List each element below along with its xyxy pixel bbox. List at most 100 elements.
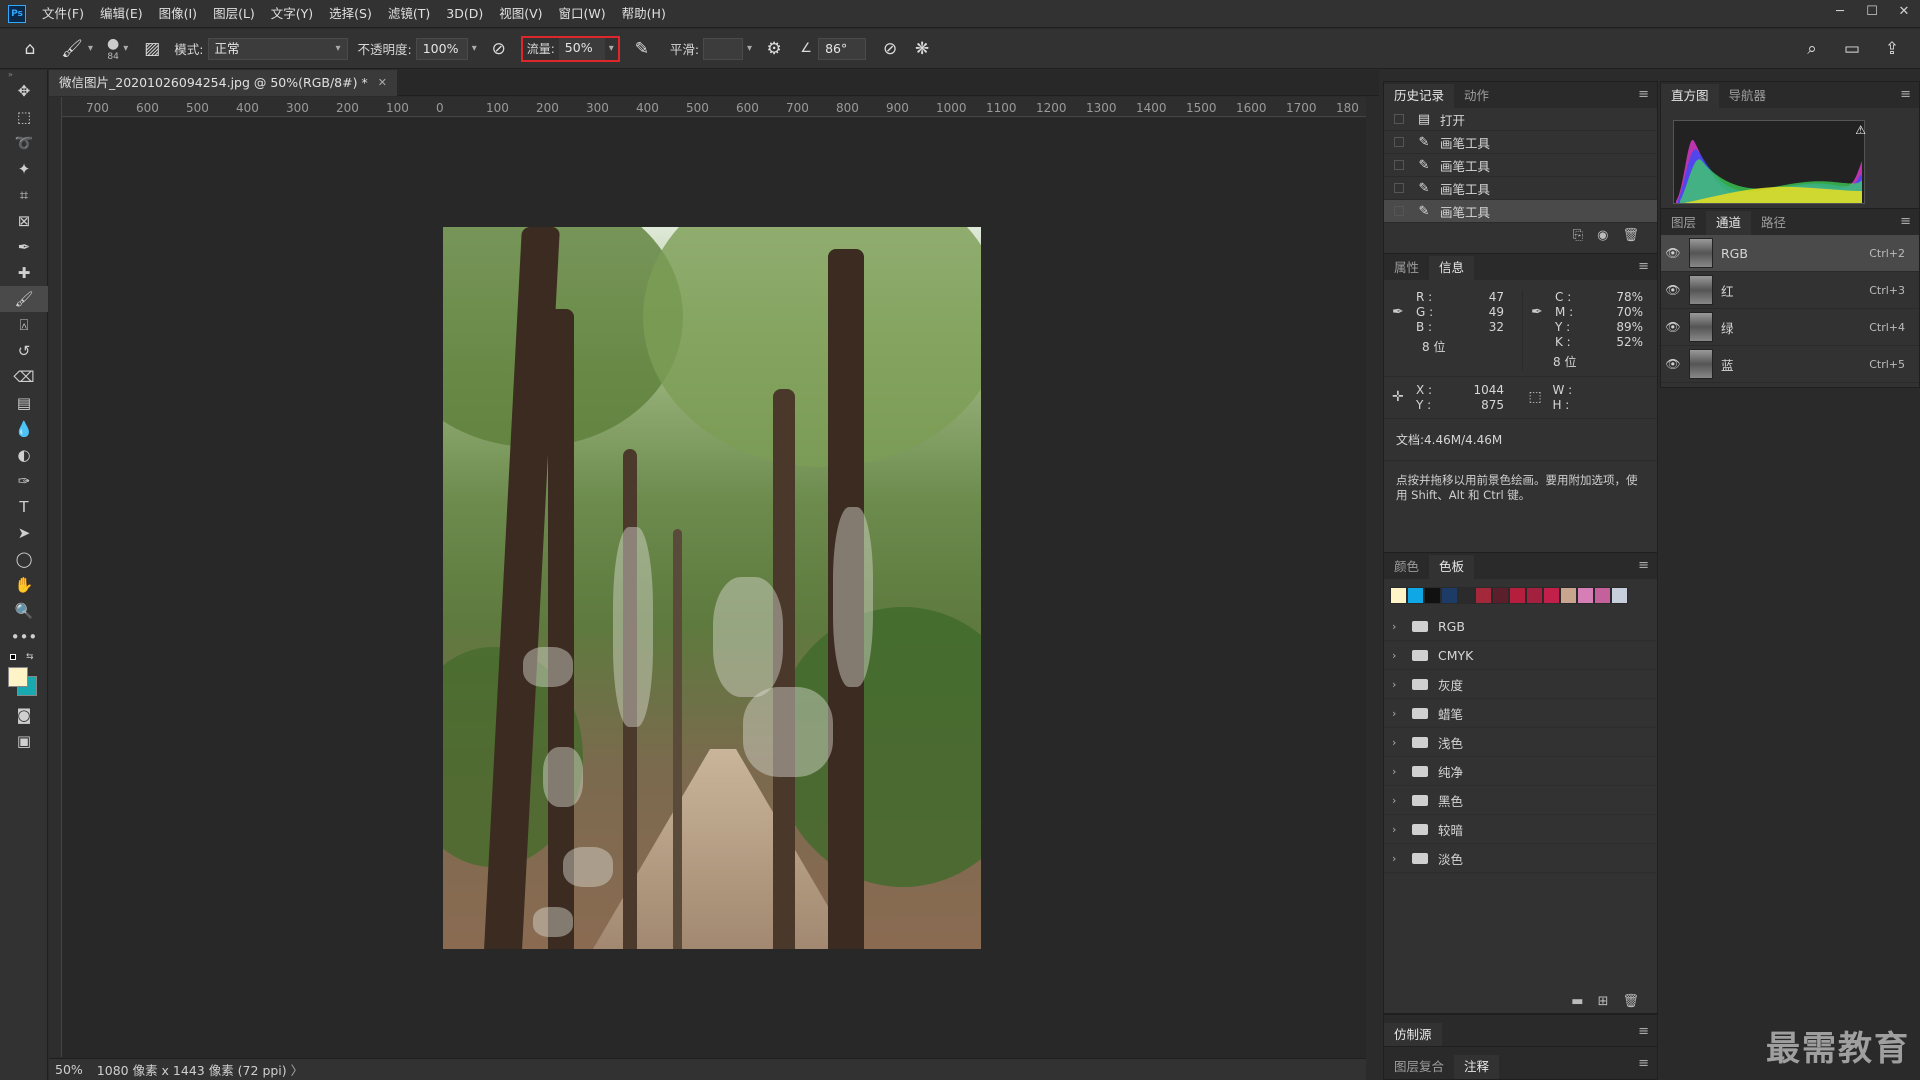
path-select-tool-icon[interactable]: ➤ — [0, 520, 48, 546]
tab-info[interactable]: 信息 — [1429, 256, 1475, 280]
chevron-down-icon[interactable]: ▾ — [88, 43, 93, 54]
search-icon[interactable]: ⌕ — [1800, 39, 1824, 59]
tab-properties[interactable]: 属性 — [1384, 256, 1429, 280]
brush-preset-icon[interactable]: 🖌 — [60, 39, 84, 59]
blur-tool-icon[interactable]: 💧 — [0, 416, 48, 442]
menu-select[interactable]: 选择(S) — [321, 0, 380, 28]
swatch-chip[interactable] — [1407, 587, 1424, 604]
panel-menu-icon[interactable]: ≡ — [1638, 87, 1649, 102]
tab-navigator[interactable]: 导航器 — [1719, 84, 1777, 108]
menu-help[interactable]: 帮助(H) — [614, 0, 674, 28]
new-group-icon[interactable]: ▬ — [1571, 994, 1583, 1009]
warning-icon[interactable]: ⚠ — [1855, 123, 1866, 137]
tab-layer-comps[interactable]: 图层复合 — [1384, 1055, 1454, 1079]
swatch-chip[interactable] — [1526, 587, 1543, 604]
menu-file[interactable]: 文件(F) — [34, 0, 92, 28]
default-colors-icon[interactable] — [10, 654, 16, 660]
chevron-down-icon[interactable]: ▾ — [123, 43, 128, 54]
gradient-tool-icon[interactable]: ▤ — [0, 390, 48, 416]
document-tab[interactable]: 微信图片_20201026094254.jpg @ 50%(RGB/8#) * … — [49, 69, 397, 96]
chevron-right-icon[interactable]: 〉 — [291, 1060, 304, 1079]
swatch-chip[interactable] — [1475, 587, 1492, 604]
eye-icon[interactable]: 👁 — [1661, 320, 1685, 334]
history-item[interactable]: ▤ 打开 — [1384, 108, 1657, 131]
swatch-chip[interactable] — [1611, 587, 1628, 604]
stamp-tool-icon[interactable]: ⍓ — [0, 312, 48, 338]
swatch-chip[interactable] — [1560, 587, 1577, 604]
tab-notes[interactable]: 注释 — [1454, 1055, 1500, 1079]
minimize-icon[interactable]: ─ — [1824, 0, 1856, 28]
dodge-tool-icon[interactable]: ◐ — [0, 442, 48, 468]
snapshot-checkbox[interactable] — [1394, 160, 1404, 170]
brush-settings-panel-icon[interactable]: ▨ — [140, 39, 164, 59]
snapshot-checkbox[interactable] — [1394, 114, 1404, 124]
chevron-right-icon[interactable]: › — [1392, 794, 1408, 807]
canvas-area[interactable] — [62, 118, 1366, 1058]
move-tool-icon[interactable]: ✥ — [0, 78, 48, 104]
share-icon[interactable]: ⇪ — [1880, 39, 1904, 59]
eraser-tool-icon[interactable]: ⌫ — [0, 364, 48, 390]
angle-input[interactable]: 86° — [818, 37, 867, 60]
menu-window[interactable]: 窗口(W) — [551, 0, 614, 28]
panel-menu-icon[interactable]: ≡ — [1900, 87, 1911, 102]
trash-icon[interactable]: 🗑 — [1622, 228, 1639, 243]
chevron-down-icon[interactable]: ▾ — [609, 43, 614, 54]
workspace-icon[interactable]: ▭ — [1840, 39, 1864, 59]
history-brush-tool-icon[interactable]: ↺ — [0, 338, 48, 364]
symmetry-icon[interactable]: ❋ — [910, 39, 934, 59]
quick-select-tool-icon[interactable]: ✦ — [0, 156, 48, 182]
gear-icon[interactable]: ⚙ — [762, 39, 786, 59]
history-item[interactable]: ✎ 画笔工具 — [1384, 177, 1657, 200]
menu-image[interactable]: 图像(I) — [151, 0, 205, 28]
swatch-folder[interactable]: › 淡色 — [1384, 844, 1657, 873]
camera-icon[interactable]: ◉ — [1597, 228, 1608, 243]
eye-icon[interactable]: 👁 — [1661, 357, 1685, 371]
history-item[interactable]: ✎ 画笔工具 — [1384, 131, 1657, 154]
swap-colors-icon[interactable]: ⇆ — [26, 652, 34, 662]
chevron-right-icon[interactable]: › — [1392, 678, 1408, 691]
tab-paths[interactable]: 路径 — [1751, 211, 1796, 235]
tab-clone-source[interactable]: 仿制源 — [1384, 1023, 1442, 1047]
quick-mask-icon[interactable]: ◙ — [0, 702, 48, 728]
panel-menu-icon[interactable]: ≡ — [1638, 1056, 1649, 1071]
zoom-level[interactable]: 50% — [55, 1062, 83, 1077]
chevron-right-icon[interactable]: › — [1392, 707, 1408, 720]
swatch-chip[interactable] — [1577, 587, 1594, 604]
marquee-tool-icon[interactable]: ⬚ — [0, 104, 48, 130]
collapse-icon[interactable]: » — [0, 70, 47, 79]
swatch-chip[interactable] — [1543, 587, 1560, 604]
tab-actions[interactable]: 动作 — [1454, 84, 1499, 108]
smoothing-input[interactable] — [703, 37, 744, 60]
maximize-icon[interactable]: ☐ — [1856, 0, 1888, 28]
healing-brush-tool-icon[interactable]: ✚ — [0, 260, 48, 286]
swatch-folder[interactable]: › 浅色 — [1384, 728, 1657, 757]
new-document-from-state-icon[interactable]: ⎘ — [1573, 228, 1583, 243]
snapshot-checkbox[interactable] — [1394, 183, 1404, 193]
swatch-folder[interactable]: › 黑色 — [1384, 786, 1657, 815]
close-tab-icon[interactable]: ✕ — [378, 70, 387, 96]
tab-histogram[interactable]: 直方图 — [1661, 84, 1719, 108]
airbrush-icon[interactable]: ✎ — [630, 39, 654, 59]
snapshot-checkbox[interactable] — [1394, 137, 1404, 147]
channel-row-red[interactable]: 👁 红 Ctrl+3 — [1661, 272, 1919, 309]
chevron-right-icon[interactable]: › — [1392, 620, 1408, 633]
eye-icon[interactable]: 👁 — [1661, 246, 1685, 260]
channel-row-blue[interactable]: 👁 蓝 Ctrl+5 — [1661, 346, 1919, 383]
crop-tool-icon[interactable]: ⌗ — [0, 182, 48, 208]
home-icon[interactable]: ⌂ — [18, 39, 42, 59]
swatch-chip[interactable] — [1424, 587, 1441, 604]
panel-menu-icon[interactable]: ≡ — [1638, 1024, 1649, 1039]
brush-tool-icon[interactable]: 🖌 — [0, 286, 48, 312]
type-tool-icon[interactable]: T — [0, 494, 48, 520]
menu-type[interactable]: 文字(Y) — [263, 0, 321, 28]
ellipse-tool-icon[interactable]: ◯ — [0, 546, 48, 572]
swatch-folder[interactable]: › 纯净 — [1384, 757, 1657, 786]
menu-layer[interactable]: 图层(L) — [205, 0, 263, 28]
mode-select[interactable]: 正常 ▾ — [207, 37, 348, 60]
menu-view[interactable]: 视图(V) — [491, 0, 550, 28]
panel-menu-icon[interactable]: ≡ — [1638, 259, 1649, 274]
chevron-right-icon[interactable]: › — [1392, 736, 1408, 749]
swatch-folder[interactable]: › 灰度 — [1384, 670, 1657, 699]
chevron-right-icon[interactable]: › — [1392, 823, 1408, 836]
chevron-right-icon[interactable]: › — [1392, 852, 1408, 865]
